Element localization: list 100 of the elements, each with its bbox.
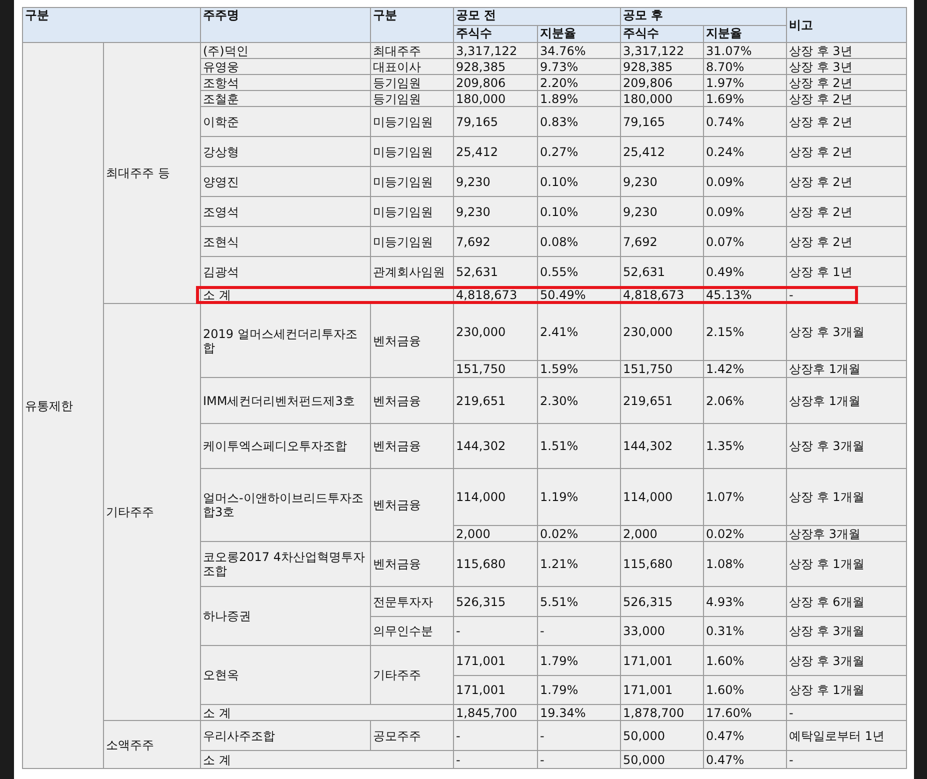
table-cell: 0.47% (704, 750, 786, 768)
row-group-label: 유통제한 (22, 42, 104, 768)
table-cell: 9,230 (620, 166, 704, 196)
table-cell: 114,000 (620, 468, 704, 526)
table-cell: 25,412 (620, 136, 704, 166)
table-cell: 상장 후 2년 (786, 226, 906, 256)
table-cell: 7,692 (454, 226, 538, 256)
table-cell: 조항석 (200, 74, 370, 90)
table-cell: 상장 후 3개월 (786, 646, 906, 676)
table-cell: 벤처금융 (370, 424, 454, 468)
table-cell: 8.70% (704, 58, 786, 74)
table-cell: 0.02% (704, 526, 786, 542)
table-cell: 1.51% (538, 424, 620, 468)
table-cell: 양영진 (200, 166, 370, 196)
table-cell: 0.10% (538, 166, 620, 196)
table-cell: 2,000 (454, 526, 538, 542)
table-cell: 상장 후 3개월 (786, 616, 906, 646)
table-cell: 3,317,122 (620, 42, 704, 58)
table-cell: 928,385 (454, 58, 538, 74)
table-cell: 34.76% (538, 42, 620, 58)
table-cell: 전문투자자 (370, 586, 454, 616)
table-cell: 180,000 (620, 90, 704, 106)
table-cell: - (786, 704, 906, 720)
column-header: 주식수 (454, 26, 538, 42)
table-cell: 52,631 (620, 256, 704, 286)
table-cell: 상장 후 2년 (786, 90, 906, 106)
table-cell: 0.24% (704, 136, 786, 166)
table-cell: 219,651 (454, 378, 538, 424)
table-cell: 벤처금융 (370, 304, 454, 378)
table-cell: 조영석 (200, 196, 370, 226)
table-cell: 2,000 (620, 526, 704, 542)
table-cell: 1,878,700 (620, 704, 704, 720)
table-cell: - (454, 616, 538, 646)
table-cell: 114,000 (454, 468, 538, 526)
table-cell: 미등기임원 (370, 196, 454, 226)
table-cell: 강상형 (200, 136, 370, 166)
table-cell: 미등기임원 (370, 106, 454, 136)
table-cell: 상장 후 1개월 (786, 676, 906, 704)
table-cell: 1.59% (538, 360, 620, 378)
table-cell: 0.74% (704, 106, 786, 136)
table-cell: 공모주주 (370, 720, 454, 750)
table-cell: 219,651 (620, 378, 704, 424)
table-cell: 상장 후 1개월 (786, 468, 906, 526)
table-cell: - (538, 616, 620, 646)
table-cell: 얼머스-이앤하이브리드투자조합3호 (200, 468, 370, 542)
table-cell: 52,631 (454, 256, 538, 286)
table-cell: 이학준 (200, 106, 370, 136)
table-cell: 1.69% (704, 90, 786, 106)
table-cell: 209,806 (620, 74, 704, 90)
table-cell: 오현옥 (200, 646, 370, 704)
table-cell: 2.20% (538, 74, 620, 90)
table-cell: 9,230 (454, 166, 538, 196)
table-cell: 상장 후 2년 (786, 196, 906, 226)
table-cell: 230,000 (620, 304, 704, 360)
table-cell: 미등기임원 (370, 226, 454, 256)
table-cell: - (538, 720, 620, 750)
table-cell: 7,692 (620, 226, 704, 256)
table-cell: 1.97% (704, 74, 786, 90)
table-cell: 코오롱2017 4차산업혁명투자조합 (200, 542, 370, 586)
table-cell: 벤처금융 (370, 542, 454, 586)
table-cell: 소 계 (200, 750, 454, 768)
table-cell: 상장후 1개월 (786, 360, 906, 378)
table-cell: 171,001 (454, 646, 538, 676)
table-cell: 2.30% (538, 378, 620, 424)
table-cell: 1.89% (538, 90, 620, 106)
table-cell: 상장 후 1개월 (786, 542, 906, 586)
table-cell: 상장 후 2년 (786, 74, 906, 90)
table-cell: 1.35% (704, 424, 786, 468)
table-cell: 2.15% (704, 304, 786, 360)
table-cell: 등기임원 (370, 90, 454, 106)
table-cell: 115,680 (620, 542, 704, 586)
table-cell: 928,385 (620, 58, 704, 74)
table-cell: 조철훈 (200, 90, 370, 106)
table-cell: 소 계 (203, 288, 231, 302)
table-cell: 3,317,122 (454, 42, 538, 58)
table-cell: 526,315 (620, 586, 704, 616)
table-cell: 79,165 (454, 106, 538, 136)
table-cell: 상장 후 1년 (786, 256, 906, 286)
table-cell: 예탁일로부터 1년 (786, 720, 906, 750)
table-cell: 상장후 1개월 (786, 378, 906, 424)
table-cell: 0.07% (704, 226, 786, 256)
table-cell: 79,165 (620, 106, 704, 136)
column-header: 공모 후 (620, 8, 786, 26)
table-cell: 230,000 (454, 304, 538, 360)
column-header: 비고 (786, 8, 906, 42)
table-cell: 상장 후 2년 (786, 136, 906, 166)
table-cell: 0.02% (538, 526, 620, 542)
table-cell: 상장 후 2년 (786, 106, 906, 136)
table-cell: 25,412 (454, 136, 538, 166)
column-header: 공모 전 (454, 8, 620, 26)
table-cell: 0.10% (538, 196, 620, 226)
table-cell: 상장 후 3개월 (786, 304, 906, 360)
table-cell: 1.79% (538, 646, 620, 676)
table-cell: 0.47% (704, 720, 786, 750)
table-cell: 케이투엑스페디오투자조합 (200, 424, 370, 468)
column-header: 구분 (22, 8, 200, 42)
table-cell: 180,000 (454, 90, 538, 106)
row-group-label: 기타주주 (104, 304, 200, 720)
table-cell: 1.21% (538, 542, 620, 586)
table-cell: (주)덕인 (200, 42, 370, 58)
